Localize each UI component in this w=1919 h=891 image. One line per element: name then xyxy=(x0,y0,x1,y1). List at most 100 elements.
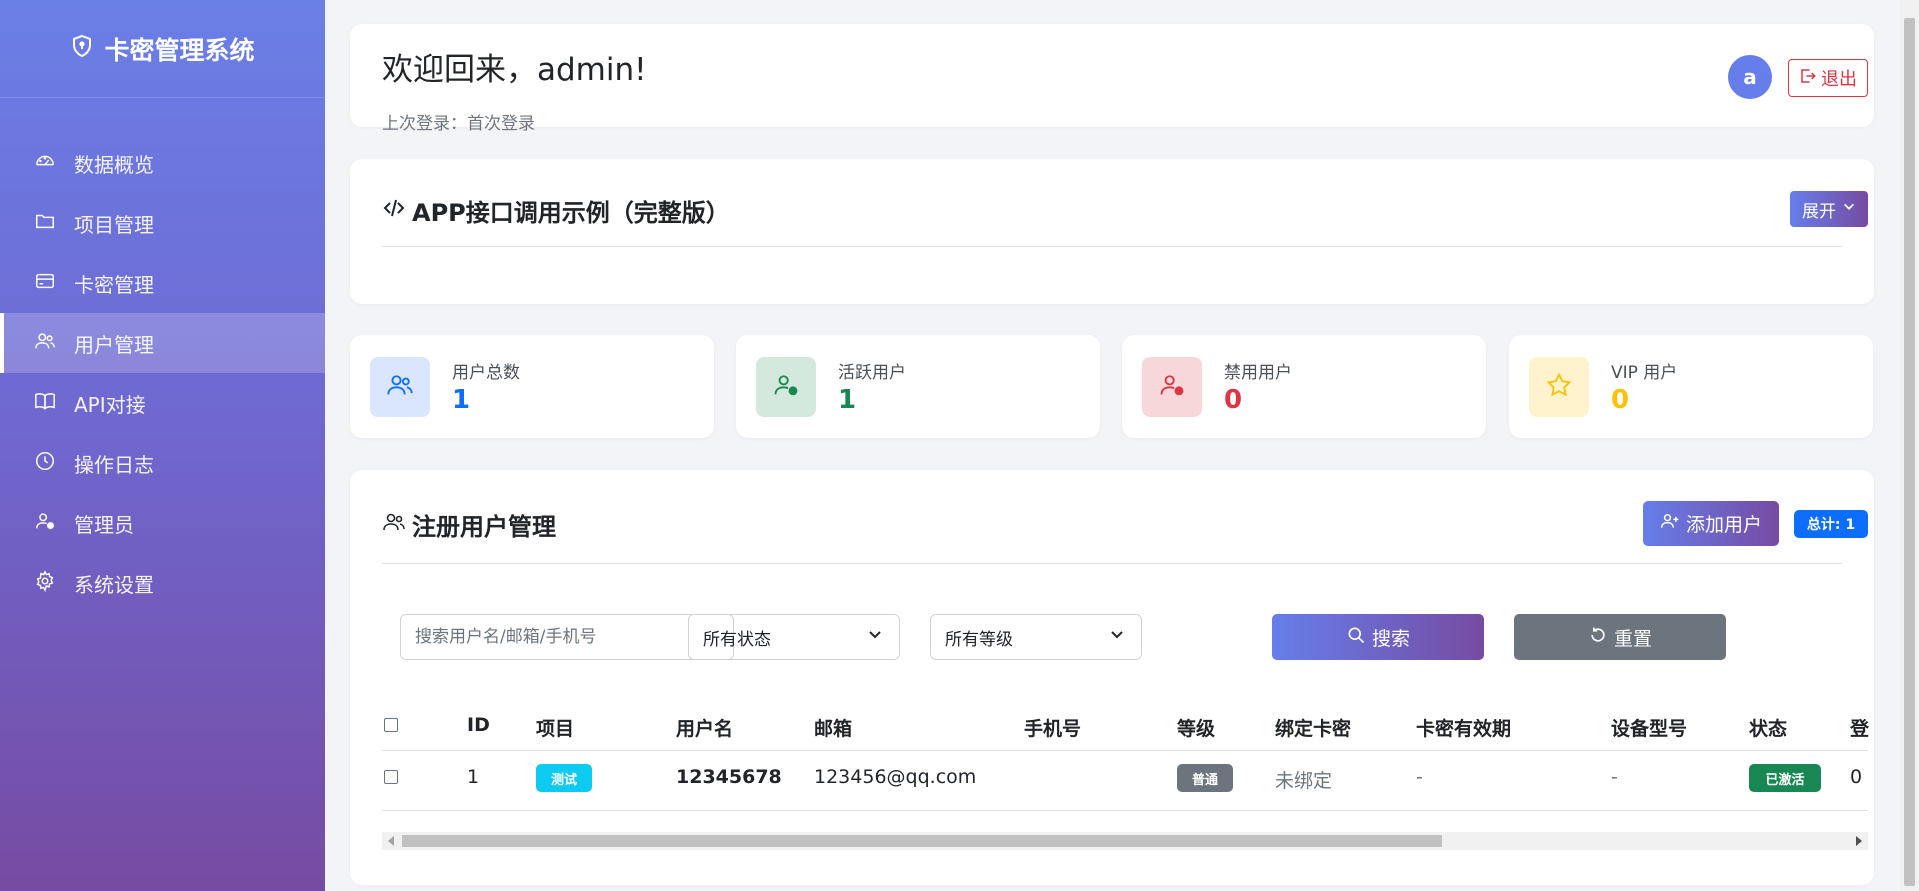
sidebar-item-label: 操作日志 xyxy=(74,452,154,477)
level-select-value: 所有等级 xyxy=(945,629,1013,650)
code-icon xyxy=(382,196,406,226)
stat-label: 禁用用户 xyxy=(1224,363,1292,383)
logout-button[interactable]: 退出 xyxy=(1788,59,1868,97)
stat-label: 用户总数 xyxy=(452,363,520,383)
clock-icon xyxy=(34,450,56,477)
chevron-down-icon xyxy=(867,627,883,648)
search-input[interactable] xyxy=(400,614,734,660)
brand[interactable]: 卡密管理系统 xyxy=(0,0,325,98)
add-user-label: 添加用户 xyxy=(1685,514,1762,536)
column-header-id[interactable]: ID xyxy=(467,714,490,736)
column-header-login[interactable]: 登 xyxy=(1850,714,1874,741)
column-header-project[interactable]: 项目 xyxy=(536,714,574,741)
sidebar-item-settings[interactable]: 系统设置 xyxy=(0,553,325,613)
sidebar-item-admins[interactable]: 管理员 xyxy=(0,493,325,553)
sidebar-item-label: API对接 xyxy=(74,392,146,417)
reset-button[interactable]: 重置 xyxy=(1514,614,1726,660)
stat-icon-bg xyxy=(1142,357,1202,417)
column-header-phone[interactable]: 手机号 xyxy=(1024,714,1081,741)
cell-username: 12345678 xyxy=(676,766,782,788)
stat-icon-bg xyxy=(756,357,816,417)
sidebar-item-logs[interactable]: 操作日志 xyxy=(0,433,325,493)
stat-vip-users: VIP 用户 0 xyxy=(1509,335,1873,438)
sidebar-item-label: 卡密管理 xyxy=(74,272,154,297)
table-row-line xyxy=(382,810,1868,811)
cell-bound-card: 未绑定 xyxy=(1275,770,1333,792)
sidebar-item-users[interactable]: 用户管理 xyxy=(0,313,325,373)
table-header-line xyxy=(382,750,1868,751)
api-example-card: APP接口调用示例（完整版） 展开 xyxy=(350,159,1874,304)
cell-email: 123456@qq.com xyxy=(814,766,977,788)
scroll-right-arrow-icon[interactable] xyxy=(1856,836,1862,846)
table-horizontal-scrollbar[interactable] xyxy=(382,832,1868,850)
project-tag: 测试 xyxy=(536,764,592,792)
stat-icon-bg xyxy=(1529,357,1589,417)
column-header-username[interactable]: 用户名 xyxy=(676,714,733,741)
search-icon xyxy=(1346,625,1366,650)
main-content: 欢迎回来，admin! 上次登录：首次登录 a 退出 APP接口调用示例（完整版… xyxy=(325,0,1899,891)
level-select[interactable]: 所有等级 xyxy=(930,614,1142,660)
sidebar-item-api[interactable]: API对接 xyxy=(0,373,325,433)
search-label: 搜索 xyxy=(1371,627,1410,650)
status-select[interactable]: 所有状态 xyxy=(688,614,900,660)
sidebar-item-label: 管理员 xyxy=(74,512,134,537)
stat-value: 0 xyxy=(1611,385,1630,415)
sidebar-item-label: 用户管理 xyxy=(74,332,154,357)
logout-label: 退出 xyxy=(1821,69,1857,90)
api-example-title-text: APP接口调用示例（完整版） xyxy=(412,199,730,227)
stat-total-users: 用户总数 1 xyxy=(350,335,714,438)
stat-value: 0 xyxy=(1224,385,1243,415)
user-x-icon xyxy=(1158,371,1186,403)
cell-device: - xyxy=(1611,766,1618,788)
expand-button[interactable]: 展开 xyxy=(1790,191,1868,227)
sidebar-item-dashboard[interactable]: 数据概览 xyxy=(0,133,325,193)
stat-icon-bg xyxy=(370,357,430,417)
level-tag: 普通 xyxy=(1177,764,1233,792)
users-card: 注册用户管理 添加用户 总计: 1 所有状态 所有等级 搜索 重置 ID 项目 … xyxy=(350,470,1874,885)
column-header-card-expiry[interactable]: 卡密有效期 xyxy=(1416,714,1511,741)
users-icon xyxy=(386,371,414,403)
column-header-status[interactable]: 状态 xyxy=(1749,714,1787,741)
avatar[interactable]: a xyxy=(1728,55,1772,99)
dashboard-icon xyxy=(34,150,56,177)
add-user-button[interactable]: 添加用户 xyxy=(1643,501,1779,546)
select-all-checkbox[interactable] xyxy=(384,718,398,732)
row-checkbox[interactable] xyxy=(384,770,398,784)
user-plus-icon xyxy=(1660,511,1680,536)
column-header-level[interactable]: 等级 xyxy=(1177,714,1215,741)
sidebar-item-label: 数据概览 xyxy=(74,152,154,177)
shield-icon xyxy=(70,34,94,64)
welcome-card: 欢迎回来，admin! 上次登录：首次登录 a 退出 xyxy=(350,24,1874,134)
users-title: 注册用户管理 xyxy=(382,507,556,542)
sidebar-item-cards[interactable]: 卡密管理 xyxy=(0,253,325,313)
search-button[interactable]: 搜索 xyxy=(1272,614,1484,660)
scrollbar-thumb[interactable] xyxy=(1904,18,1915,886)
admin-icon xyxy=(34,510,56,537)
gear-icon xyxy=(34,569,56,597)
column-header-email[interactable]: 邮箱 xyxy=(814,714,852,741)
sidebar: 卡密管理系统 数据概览 项目管理 卡密管理 用户管理 API对接 操作日志 管理… xyxy=(0,0,325,891)
sidebar-item-projects[interactable]: 项目管理 xyxy=(0,193,325,253)
welcome-title: 欢迎回来，admin! xyxy=(382,52,647,88)
expand-label: 展开 xyxy=(1802,201,1836,222)
divider xyxy=(382,563,1842,564)
column-header-device[interactable]: 设备型号 xyxy=(1611,714,1687,741)
sidebar-item-label: 系统设置 xyxy=(74,572,154,597)
users-icon xyxy=(34,330,56,357)
stat-value: 1 xyxy=(838,385,857,415)
last-login-text: 上次登录：首次登录 xyxy=(382,114,535,134)
status-select-value: 所有状态 xyxy=(703,629,771,650)
status-badge: 已激活 xyxy=(1749,764,1821,792)
cell-card-expiry: - xyxy=(1416,766,1423,788)
sidebar-item-label: 项目管理 xyxy=(74,212,154,237)
scrollbar-thumb[interactable] xyxy=(402,835,1442,847)
column-header-bound-card[interactable]: 绑定卡密 xyxy=(1275,714,1351,741)
page-vertical-scrollbar[interactable] xyxy=(1900,0,1919,891)
refresh-icon xyxy=(1588,625,1608,650)
users-icon xyxy=(382,510,406,540)
logout-icon xyxy=(1799,67,1817,90)
stat-active-users: 活跃用户 1 xyxy=(736,335,1100,438)
scroll-left-arrow-icon[interactable] xyxy=(388,836,394,846)
brand-title: 卡密管理系统 xyxy=(104,35,255,65)
chevron-down-icon xyxy=(1109,627,1125,648)
